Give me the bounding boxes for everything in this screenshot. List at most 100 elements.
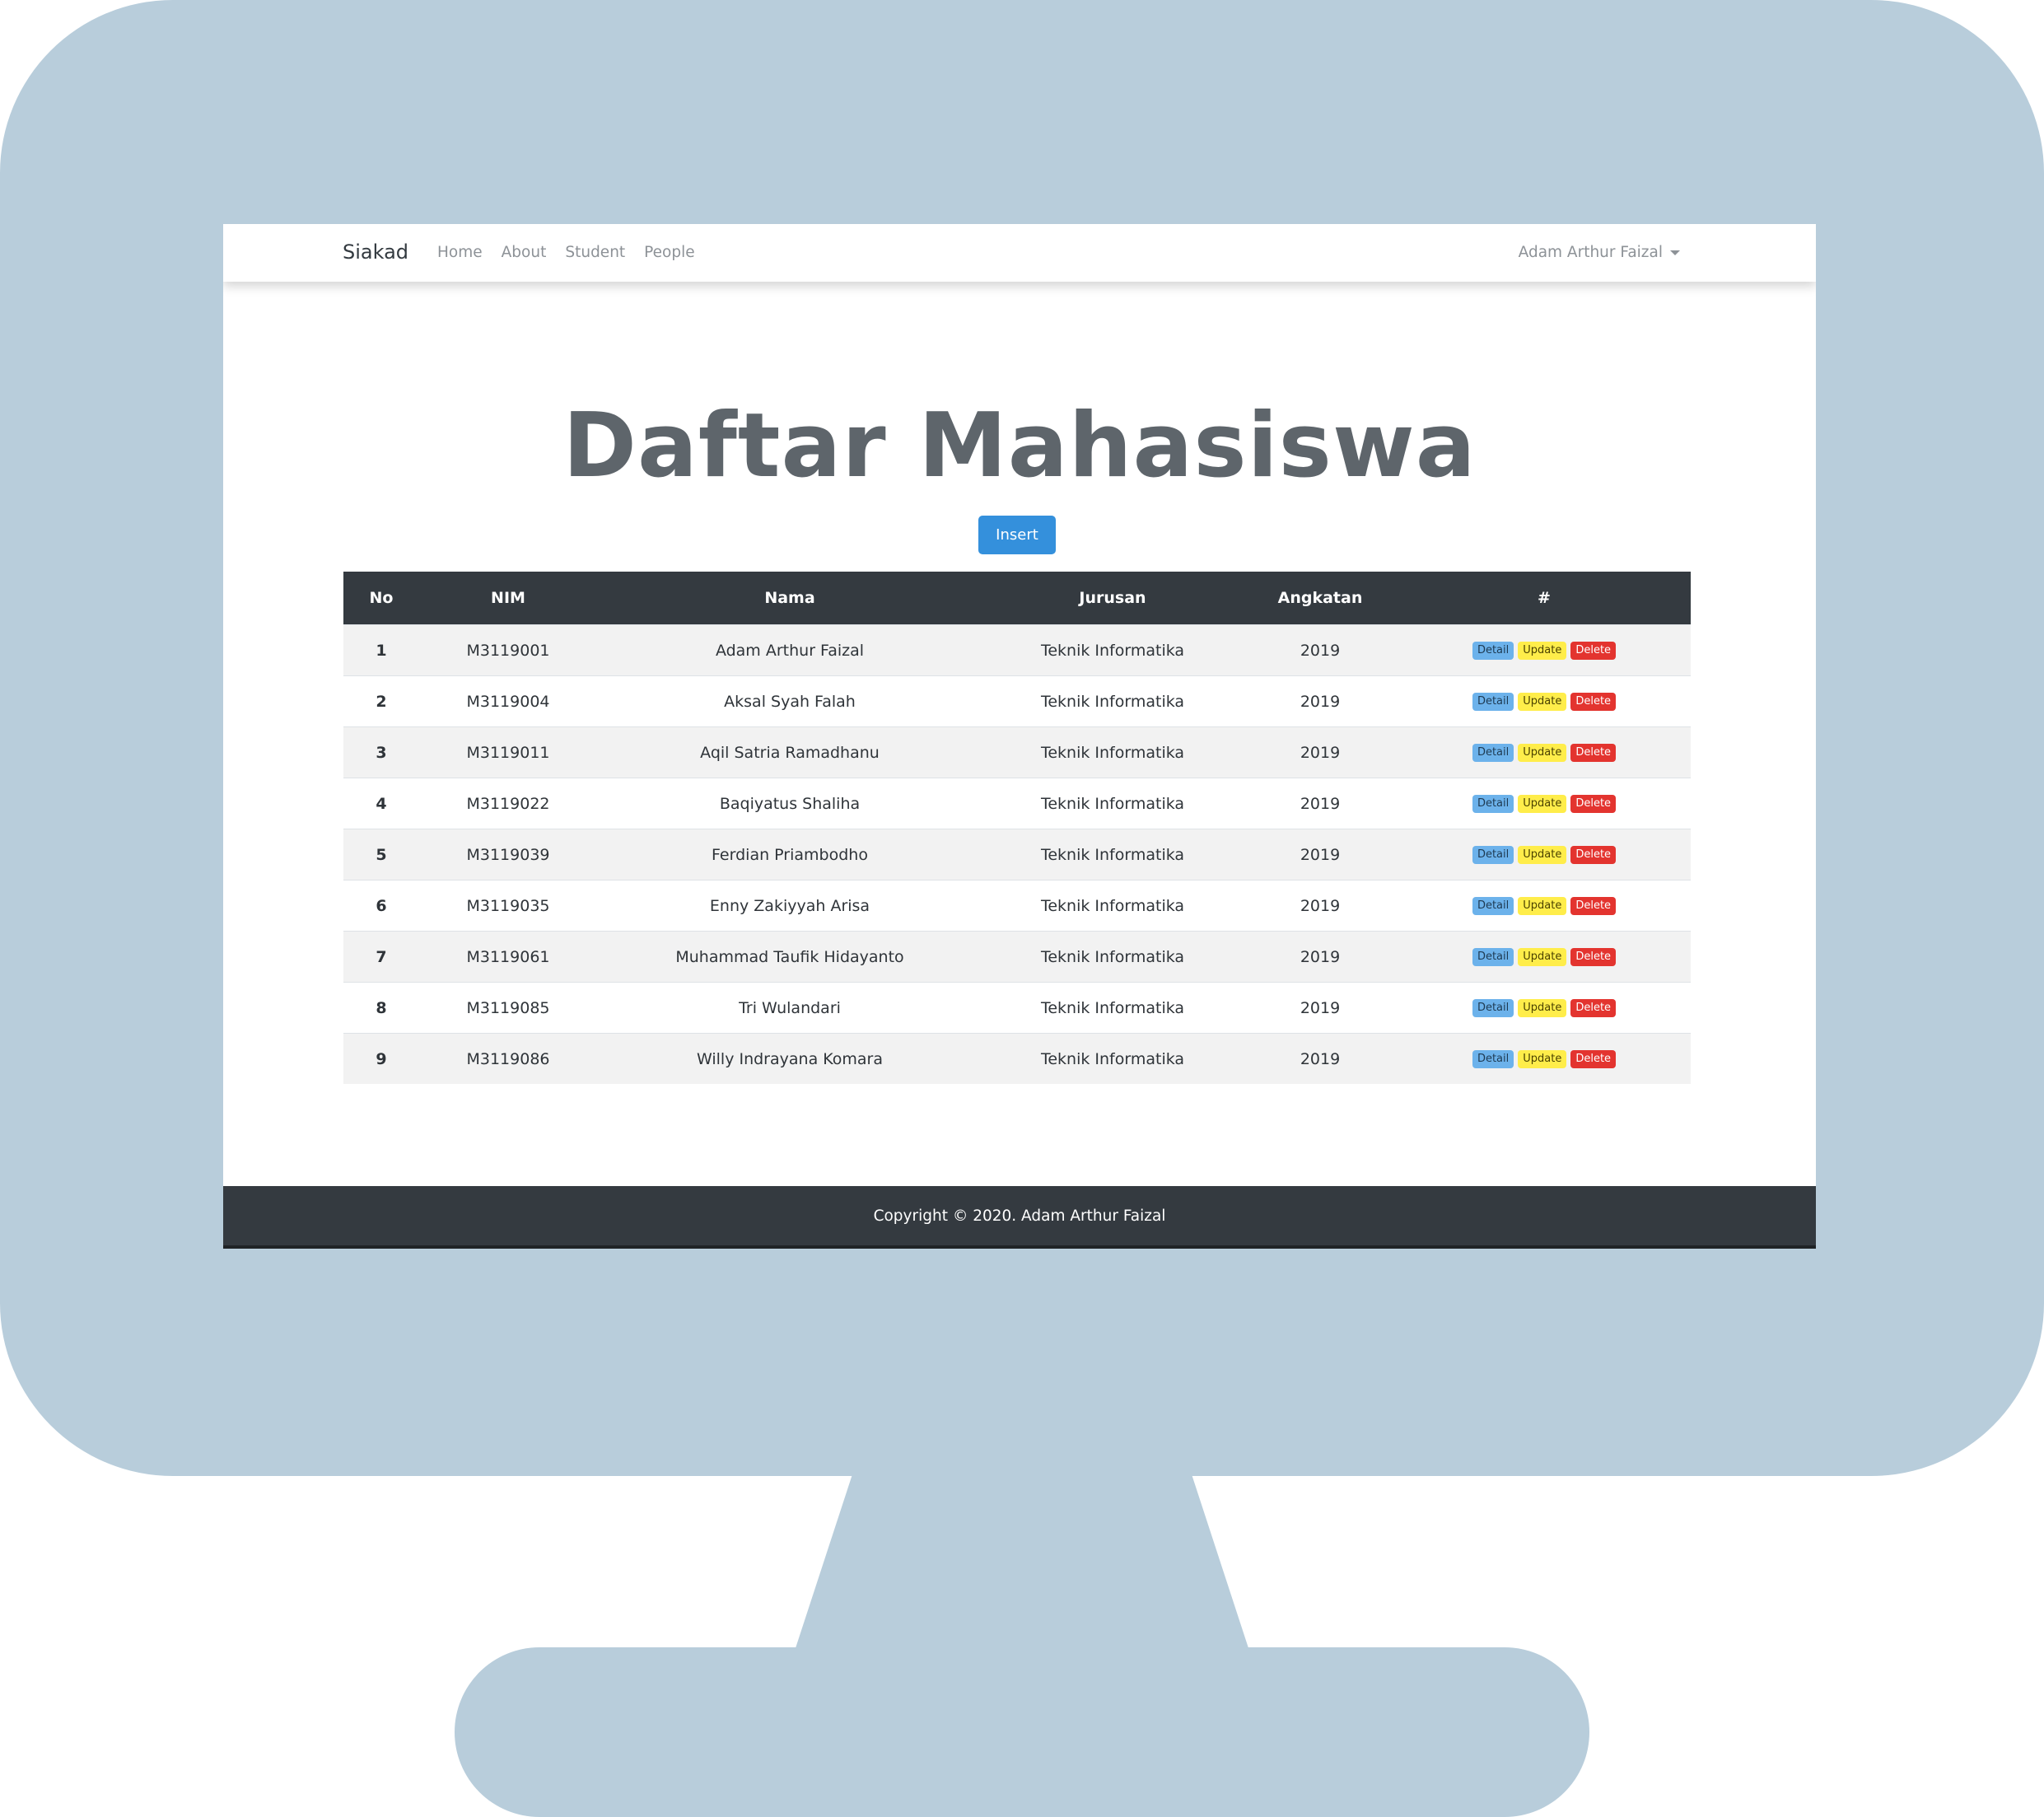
detail-button[interactable]: Detail (1472, 1049, 1514, 1068)
delete-button[interactable]: Delete (1570, 794, 1617, 813)
column-header-no: No (343, 572, 419, 625)
update-button[interactable]: Update (1518, 692, 1567, 711)
delete-button[interactable]: Delete (1570, 743, 1617, 762)
table-row: 7 M3119061 Muhammad Taufik Hidayanto Teknik… (343, 931, 1691, 983)
cell-actions: Detail Update Delete (1398, 829, 1691, 880)
row-actions: Detail Update Delete (1398, 1049, 1691, 1068)
update-button[interactable]: Update (1518, 896, 1567, 915)
nav-link-about[interactable]: About (502, 244, 547, 261)
nav-link-people[interactable]: People (644, 244, 694, 261)
cell-nim: M3119039 (419, 829, 597, 880)
cell-angkatan: 2019 (1243, 880, 1398, 932)
cell-angkatan: 2019 (1243, 931, 1398, 983)
update-button[interactable]: Update (1518, 1049, 1567, 1068)
table-body: 1 M3119001 Adam Arthur Faizal Teknik Inform… (343, 624, 1691, 1084)
user-dropdown[interactable]: Adam Arthur Faizal (1519, 244, 1680, 261)
cell-nama: Tri Wulandari (597, 982, 982, 1034)
table-row: 1 M3119001 Adam Arthur Faizal Teknik Inform… (343, 624, 1691, 676)
cell-nim: M3119011 (419, 726, 597, 778)
table-row: 3 M3119011 Aqil Satria Ramadhanu Teknik Inf… (343, 726, 1691, 778)
update-button[interactable]: Update (1518, 794, 1567, 813)
delete-button[interactable]: Delete (1570, 845, 1617, 864)
cell-nama: Muhammad Taufik Hidayanto (597, 931, 982, 983)
update-button[interactable]: Update (1518, 845, 1567, 864)
cell-no: 5 (343, 829, 419, 880)
cell-nama: Enny Zakiyyah Arisa (597, 880, 982, 932)
table-row: 6 M3119035 Enny Zakiyyah Arisa Teknik Infor… (343, 880, 1691, 932)
update-button[interactable]: Update (1518, 998, 1567, 1017)
delete-button[interactable]: Delete (1570, 896, 1617, 915)
cell-nim: M3119085 (419, 982, 597, 1034)
browser-viewport: Siakad Home About Student People Adam Ar… (223, 224, 1816, 1249)
caret-down-icon (1670, 250, 1680, 255)
nav-link-home[interactable]: Home (437, 244, 483, 261)
insert-button[interactable]: Insert (978, 516, 1056, 554)
detail-button[interactable]: Detail (1472, 743, 1514, 762)
table-row: 8 M3119085 Tri Wulandari Teknik Informatika… (343, 982, 1691, 1034)
cell-nim: M3119022 (419, 778, 597, 829)
delete-button[interactable]: Delete (1570, 692, 1617, 711)
delete-button[interactable]: Delete (1570, 998, 1617, 1017)
detail-button[interactable]: Detail (1472, 947, 1514, 966)
row-actions: Detail Update Delete (1398, 641, 1691, 660)
cell-no: 2 (343, 675, 419, 727)
detail-button[interactable]: Detail (1472, 794, 1514, 813)
footer: Copyright © 2020. Adam Arthur Faizal (223, 1186, 1816, 1249)
monitor-stand-neck (795, 1474, 1249, 1651)
delete-button[interactable]: Delete (1570, 1049, 1617, 1068)
cell-nama: Adam Arthur Faizal (597, 624, 982, 676)
brand-link[interactable]: Siakad (343, 241, 408, 264)
detail-button[interactable]: Detail (1472, 845, 1514, 864)
nav-link-student[interactable]: Student (565, 244, 625, 261)
update-button[interactable]: Update (1518, 947, 1567, 966)
cell-jurusan: Teknik Informatika (982, 982, 1243, 1034)
row-actions: Detail Update Delete (1398, 692, 1691, 711)
cell-jurusan: Teknik Informatika (982, 778, 1243, 829)
cell-angkatan: 2019 (1243, 1033, 1398, 1084)
cell-jurusan: Teknik Informatika (982, 675, 1243, 727)
table-header-row: No NIM Nama Jurusan Angkatan # (343, 572, 1691, 625)
detail-button[interactable]: Detail (1472, 641, 1514, 660)
cell-actions: Detail Update Delete (1398, 778, 1691, 829)
cell-nim: M3119086 (419, 1033, 597, 1084)
footer-copyright: Copyright © 2020. Adam Arthur Faizal (873, 1207, 1166, 1225)
cell-no: 8 (343, 982, 419, 1034)
cell-nama: Willy Indrayana Komara (597, 1033, 982, 1084)
cell-no: 1 (343, 624, 419, 676)
cell-actions: Detail Update Delete (1398, 880, 1691, 932)
cell-actions: Detail Update Delete (1398, 1033, 1691, 1084)
row-actions: Detail Update Delete (1398, 947, 1691, 966)
cell-jurusan: Teknik Informatika (982, 624, 1243, 676)
column-header-jurusan: Jurusan (982, 572, 1243, 625)
student-table: No NIM Nama Jurusan Angkatan # 1 M3119001… (343, 572, 1691, 1084)
cell-nim: M3119061 (419, 931, 597, 983)
table-row: 2 M3119004 Aksal Syah Falah Teknik Informat… (343, 675, 1691, 727)
cell-nim: M3119004 (419, 675, 597, 727)
nav-links: Home About Student People (437, 244, 695, 261)
detail-button[interactable]: Detail (1472, 998, 1514, 1017)
cell-no: 6 (343, 880, 419, 932)
cell-actions: Detail Update Delete (1398, 726, 1691, 778)
detail-button[interactable]: Detail (1472, 692, 1514, 711)
table-row: 5 M3119039 Ferdian Priambodho Teknik Inform… (343, 829, 1691, 880)
cell-actions: Detail Update Delete (1398, 624, 1691, 676)
row-actions: Detail Update Delete (1398, 896, 1691, 915)
cell-angkatan: 2019 (1243, 726, 1398, 778)
cell-nim: M3119035 (419, 880, 597, 932)
cell-angkatan: 2019 (1243, 778, 1398, 829)
cell-jurusan: Teknik Informatika (982, 1033, 1243, 1084)
cell-no: 3 (343, 726, 419, 778)
cell-nama: Aksal Syah Falah (597, 675, 982, 727)
cell-no: 7 (343, 931, 419, 983)
delete-button[interactable]: Delete (1570, 947, 1617, 966)
detail-button[interactable]: Detail (1472, 896, 1514, 915)
cell-jurusan: Teknik Informatika (982, 726, 1243, 778)
update-button[interactable]: Update (1518, 641, 1567, 660)
delete-button[interactable]: Delete (1570, 641, 1617, 660)
row-actions: Detail Update Delete (1398, 998, 1691, 1017)
page-title: Daftar Mahasiswa (562, 395, 1477, 497)
update-button[interactable]: Update (1518, 743, 1567, 762)
cell-actions: Detail Update Delete (1398, 982, 1691, 1034)
column-header-nama: Nama (597, 572, 982, 625)
cell-actions: Detail Update Delete (1398, 931, 1691, 983)
